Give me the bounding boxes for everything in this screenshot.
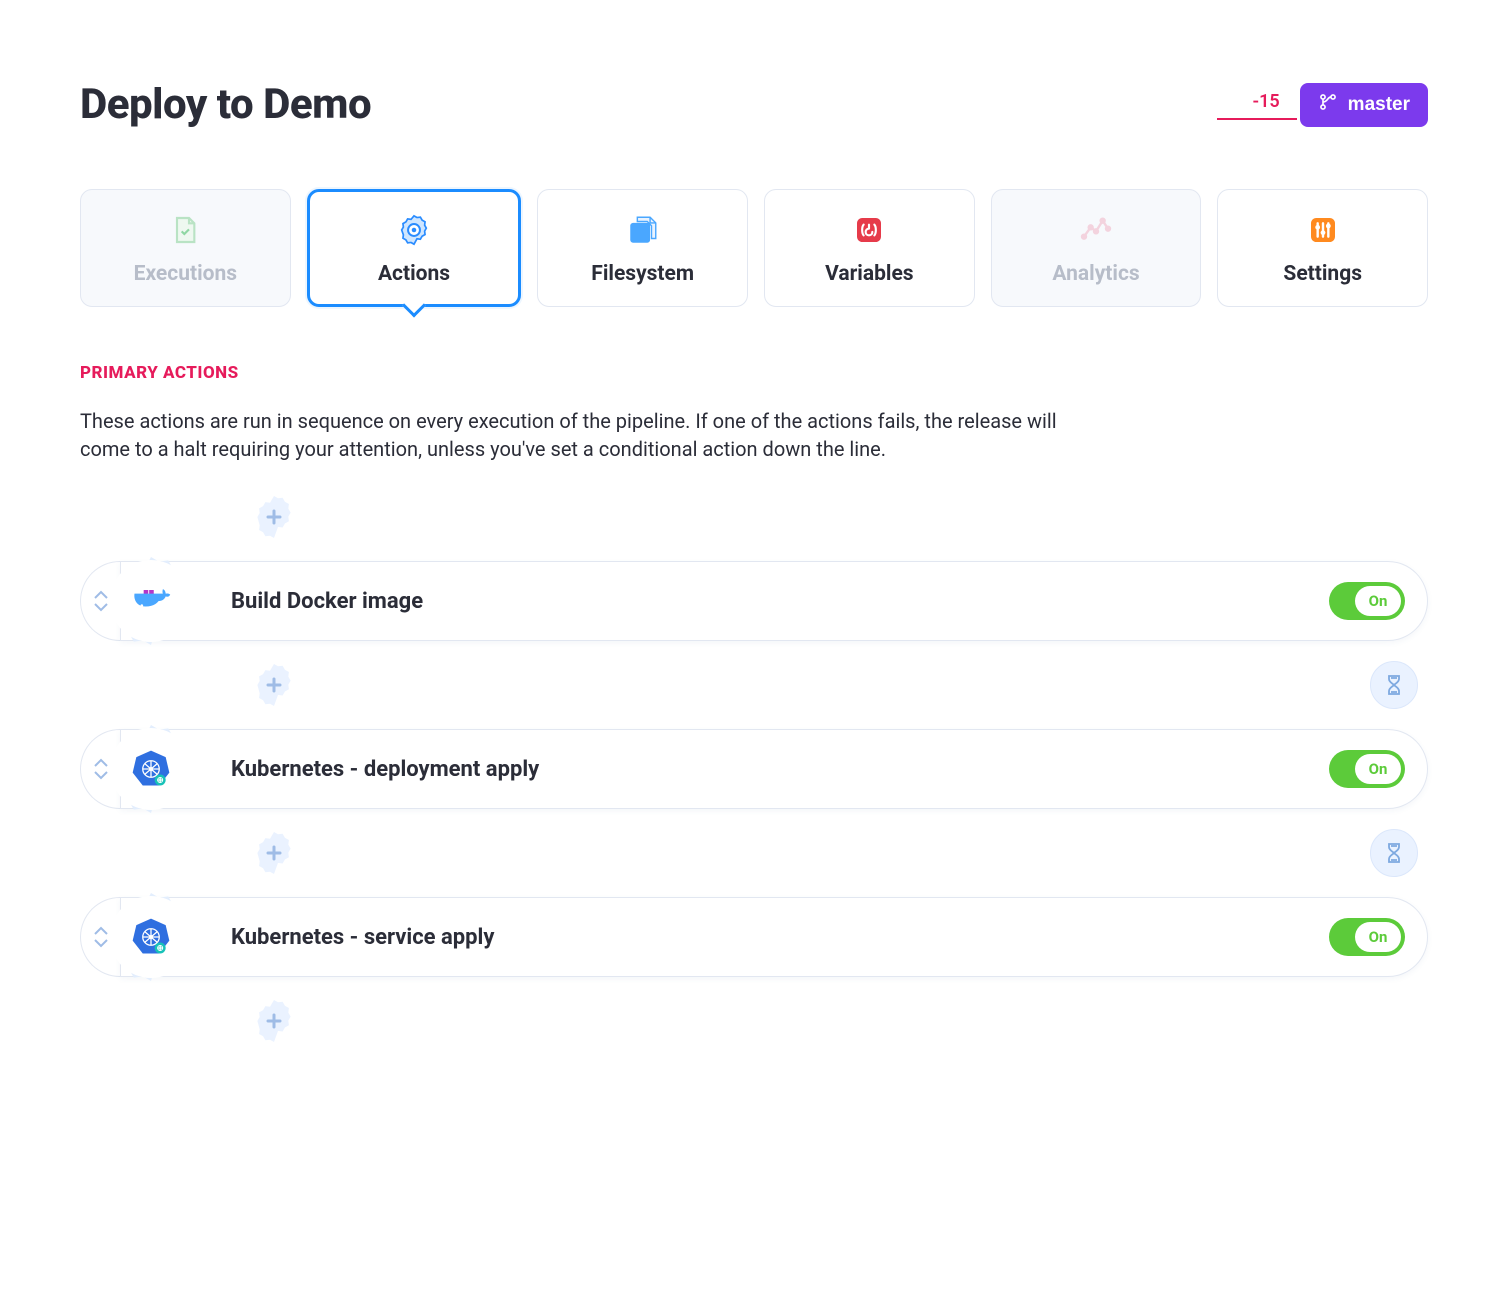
action-row: Kubernetes - service apply On	[80, 897, 1428, 977]
branch-icon	[1318, 92, 1338, 118]
add-action-button[interactable]	[250, 493, 298, 541]
chart-line-icon	[1078, 212, 1114, 248]
action-card-kubernetes-service[interactable]: Kubernetes - service apply On	[120, 897, 1428, 977]
tab-label: Variables	[825, 262, 913, 286]
tab-bar: Executions Actions Filesystem	[80, 189, 1428, 307]
action-card-kubernetes-deployment[interactable]: Kubernetes - deployment apply On	[120, 729, 1428, 809]
pipeline: Build Docker image On	[80, 493, 1428, 1045]
add-action-button[interactable]	[250, 661, 298, 709]
add-action-button[interactable]	[250, 829, 298, 877]
toggle-switch[interactable]: On	[1329, 582, 1405, 620]
branch-button[interactable]: master	[1300, 83, 1428, 127]
toggle-switch[interactable]: On	[1329, 750, 1405, 788]
add-action-row	[194, 829, 1428, 877]
hourglass-icon	[1382, 673, 1406, 697]
add-action-row	[194, 661, 1428, 709]
kubernetes-icon	[116, 734, 186, 804]
tab-label: Filesystem	[591, 262, 694, 286]
action-title: Kubernetes - deployment apply	[231, 757, 539, 782]
action-gear	[103, 889, 199, 985]
section-description: These actions are run in sequence on eve…	[80, 407, 1090, 463]
tab-label: Actions	[378, 262, 450, 286]
toggle-switch[interactable]: On	[1329, 918, 1405, 956]
add-action-row	[194, 493, 1428, 541]
action-gear	[103, 721, 199, 817]
tab-filesystem[interactable]: Filesystem	[537, 189, 748, 307]
runs-remaining-badge[interactable]: -15	[1253, 91, 1280, 118]
toggle-label: On	[1355, 922, 1401, 952]
tab-variables[interactable]: Variables	[764, 189, 975, 307]
page-header: Deploy to Demo -15 master	[80, 80, 1428, 129]
file-check-icon	[167, 212, 203, 248]
action-gear	[103, 553, 199, 649]
files-icon	[625, 212, 661, 248]
toggle-label: On	[1355, 754, 1401, 784]
add-action-button[interactable]	[250, 997, 298, 1045]
tab-actions[interactable]: Actions	[307, 189, 522, 307]
docker-icon	[116, 566, 186, 636]
wait-condition-button[interactable]	[1370, 829, 1418, 877]
action-card-docker[interactable]: Build Docker image On	[120, 561, 1428, 641]
tab-label: Analytics	[1052, 262, 1139, 286]
page-title: Deploy to Demo	[80, 80, 371, 129]
gear-badge-icon	[396, 212, 432, 248]
action-row: Build Docker image On	[80, 561, 1428, 641]
kubernetes-icon	[116, 902, 186, 972]
tab-settings[interactable]: Settings	[1217, 189, 1428, 307]
action-title: Build Docker image	[231, 589, 423, 614]
variable-icon	[851, 212, 887, 248]
tab-analytics[interactable]: Analytics	[991, 189, 1202, 307]
tab-label: Settings	[1283, 262, 1362, 286]
tab-executions[interactable]: Executions	[80, 189, 291, 307]
hourglass-icon	[1382, 841, 1406, 865]
section-heading: PRIMARY ACTIONS	[80, 363, 1428, 383]
header-right: -15 master	[1253, 83, 1429, 127]
toggle-label: On	[1355, 586, 1401, 616]
sliders-icon	[1305, 212, 1341, 248]
wait-condition-button[interactable]	[1370, 661, 1418, 709]
tab-label: Executions	[134, 262, 237, 286]
branch-label: master	[1348, 94, 1410, 116]
action-row: Kubernetes - deployment apply On	[80, 729, 1428, 809]
action-title: Kubernetes - service apply	[231, 925, 494, 950]
add-action-row	[194, 997, 1428, 1045]
